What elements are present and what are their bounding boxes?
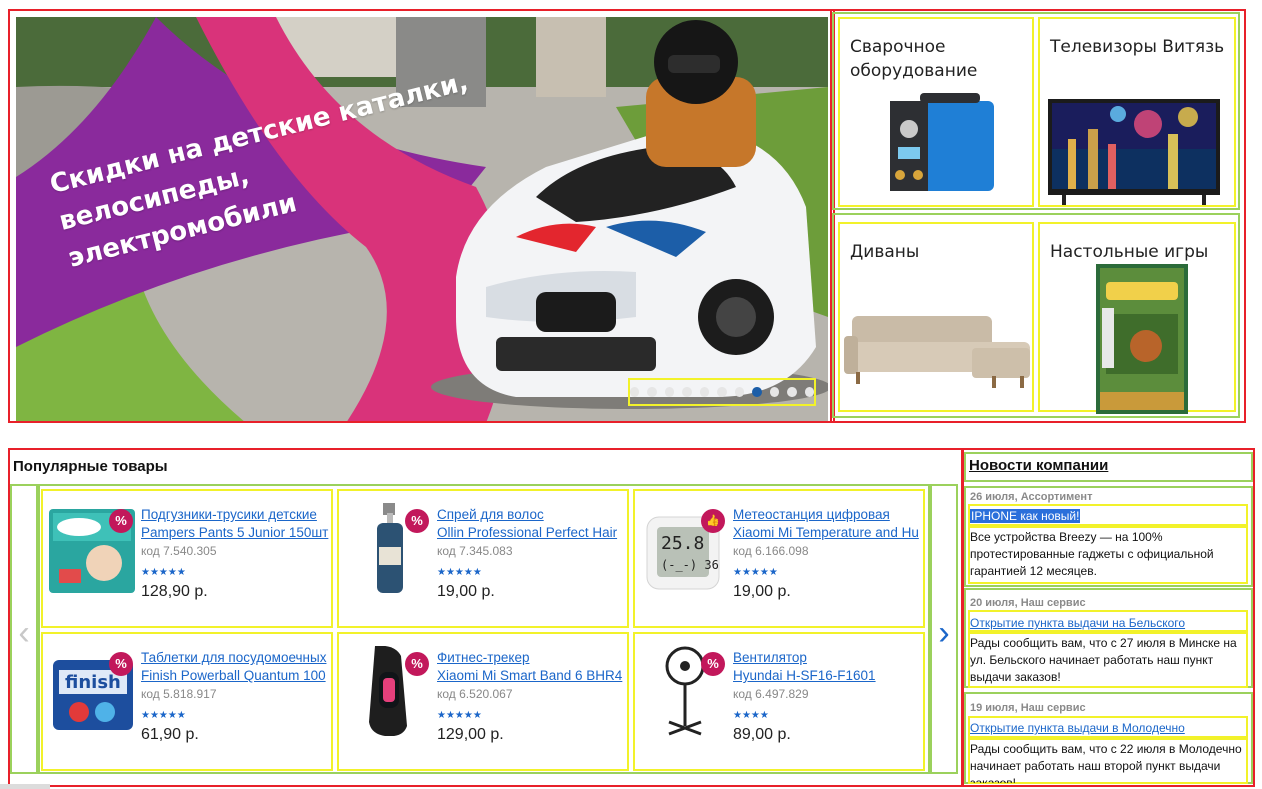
product-card[interactable]: % Фитнес-трекер Xiaomi Mi Smart Band 6 BH… — [337, 632, 629, 771]
svg-text:25.8: 25.8 — [661, 533, 704, 554]
product-name-link[interactable]: Спрей для волос Ollin Professional Perfec… — [437, 506, 627, 542]
chevron-left-icon: ‹ — [18, 614, 30, 652]
news-text: Все устройства Breezy — на 100% протести… — [970, 530, 1214, 578]
rating-stars: ★★★★★ — [733, 567, 778, 578]
news-text: Рады сообщить вам, что с 27 июля в Минск… — [970, 636, 1237, 684]
rating-stars: ★★★★★ — [437, 710, 482, 721]
slider-dot[interactable] — [664, 387, 675, 397]
product-name-link[interactable]: Фитнес-трекер Xiaomi Mi Smart Band 6 BHR4 — [437, 649, 627, 685]
product-code: код 7.345.083 — [437, 544, 513, 558]
news-meta: 20 июля, Наш сервис — [970, 597, 1086, 609]
slider-dot[interactable] — [769, 387, 780, 397]
product-card[interactable]: finish % Таблетки для посудомоечных Finis… — [41, 632, 333, 771]
chevron-right-icon: › — [938, 614, 950, 652]
board-game-icon — [1096, 264, 1188, 414]
rating-stars: ★★★★ — [733, 710, 769, 721]
product-price: 128,90 р. — [141, 583, 208, 600]
bottom-scroll-tab — [0, 784, 50, 789]
product-price: 89,00 р. — [733, 726, 791, 743]
welding-machine-icon — [890, 93, 994, 191]
sofa-icon — [844, 316, 1030, 388]
category-tv[interactable]: Телевизоры Витязь — [1038, 17, 1236, 207]
news-text: Рады сообщить вам, что с 22 июля в Молод… — [970, 742, 1242, 783]
discount-badge: % — [405, 652, 429, 676]
category-welding[interactable]: Сварочное оборудование — [838, 17, 1034, 207]
category-title: Настольные игры — [1050, 242, 1209, 262]
carousel-prev-button[interactable]: ‹ — [10, 484, 38, 774]
slider-dot[interactable] — [752, 387, 762, 397]
news-link[interactable]: Открытие пункта выдачи в Молодечно — [970, 721, 1185, 735]
news-link[interactable]: IPHONE как новый! — [970, 509, 1081, 523]
product-name-link[interactable]: Таблетки для посудомоечных Finish Powerba… — [141, 649, 331, 685]
carousel-next-button[interactable]: › — [930, 484, 958, 774]
discount-badge: % — [109, 652, 133, 676]
product-name-link[interactable]: Вентилятор Hyundai H-SF16-F1601 — [733, 649, 923, 685]
product-code: код 6.497.829 — [733, 687, 809, 701]
rating-stars: ★★★★★ — [437, 567, 482, 578]
thumbs-up-badge: 👍 — [701, 509, 725, 533]
product-name-link[interactable]: Подгузники-трусики детские Pampers Pants … — [141, 506, 331, 542]
product-name-link[interactable]: Метеостанция цифровая Xiaomi Mi Temperatu… — [733, 506, 923, 542]
banner-image[interactable]: Скидки на детские каталки, велосипеды, э… — [16, 17, 828, 421]
slider-dot[interactable] — [734, 387, 745, 397]
rating-stars: ★★★★★ — [141, 710, 186, 721]
svg-text:finish: finish — [65, 672, 121, 693]
tv-icon — [1048, 99, 1220, 205]
svg-text:(-_-) 36: (-_-) 36 — [661, 558, 719, 572]
slider-pagination — [628, 378, 816, 406]
category-title: Телевизоры Витязь — [1050, 37, 1225, 57]
news-title-link[interactable]: Новости компании — [969, 457, 1108, 474]
rating-stars: ★★★★★ — [141, 567, 186, 578]
slider-dot[interactable] — [804, 387, 814, 397]
slider-dot[interactable] — [717, 387, 727, 397]
news-meta: 26 июля, Ассортимент — [970, 491, 1093, 503]
product-card[interactable]: % Спрей для волос Ollin Professional Perf… — [337, 489, 629, 628]
category-sofas[interactable]: Диваны — [838, 222, 1034, 412]
category-title: Сварочное оборудование — [850, 37, 978, 81]
slider-dot[interactable] — [647, 387, 657, 397]
section-title: Популярные товары — [13, 458, 168, 475]
product-card[interactable]: 25.8 (-_-) 36 👍 Метеостанция цифровая Xia… — [633, 489, 925, 628]
news-link[interactable]: Открытие пункта выдачи на Бельского — [970, 616, 1185, 630]
slider-dot[interactable] — [787, 387, 797, 397]
discount-badge: % — [405, 509, 429, 533]
slider-dot[interactable] — [699, 387, 710, 397]
product-card[interactable]: % Вентилятор Hyundai H-SF16-F1601 код 6.4… — [633, 632, 925, 771]
slider-dot[interactable] — [630, 387, 640, 397]
product-price: 19,00 р. — [733, 583, 791, 600]
product-code: код 6.166.098 — [733, 544, 809, 558]
product-price: 61,90 р. — [141, 726, 199, 743]
product-code: код 7.540.305 — [141, 544, 217, 558]
product-code: код 5.818.917 — [141, 687, 217, 701]
promo-banner[interactable]: Скидки на детские каталки, велосипеды, э… — [8, 9, 835, 423]
news-meta: 19 июля, Наш сервис — [970, 702, 1086, 714]
product-price: 129,00 р. — [437, 726, 504, 743]
slider-dot[interactable] — [682, 387, 692, 397]
category-board-games[interactable]: Настольные игры — [1038, 222, 1236, 414]
product-code: код 6.520.067 — [437, 687, 513, 701]
product-card[interactable]: % Подгузники-трусики детские Pampers Pant… — [41, 489, 333, 628]
discount-badge: % — [109, 509, 133, 533]
category-title: Диваны — [850, 242, 920, 262]
product-price: 19,00 р. — [437, 583, 495, 600]
discount-badge: % — [701, 652, 725, 676]
